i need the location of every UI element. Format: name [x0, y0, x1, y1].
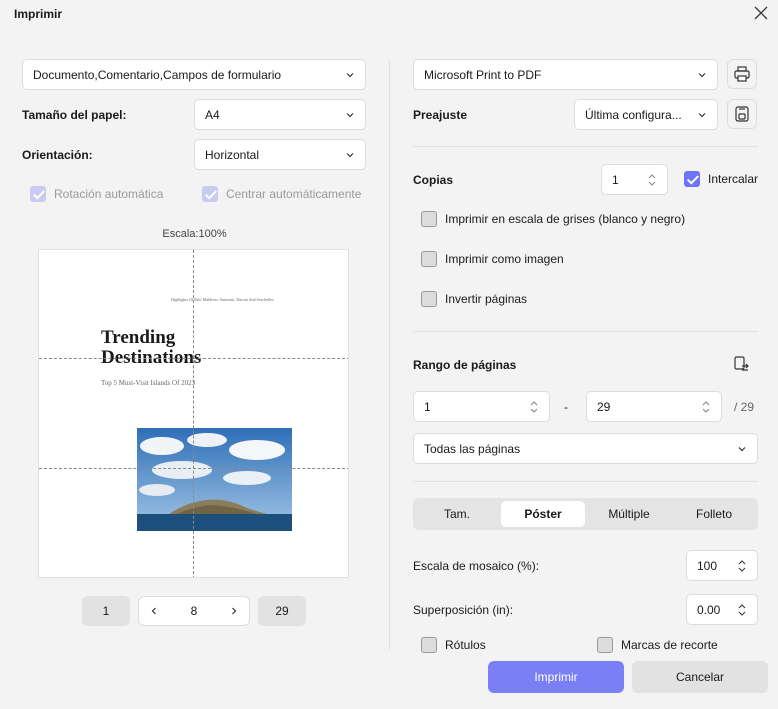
page-range-label: Rango de páginas: [413, 358, 517, 372]
auto-center-checkbox[interactable]: [202, 186, 218, 202]
printer-select[interactable]: Microsoft Print to PDF: [413, 59, 718, 90]
printer-properties-button[interactable]: [727, 59, 757, 89]
reverse-label: Invertir páginas: [445, 292, 528, 306]
range-mode-value: Todas las páginas: [424, 441, 521, 456]
grayscale-label: Imprimir en escala de grises (blanco y n…: [445, 212, 686, 226]
reverse-checkbox[interactable]: [421, 291, 437, 307]
chevron-down-icon: [698, 72, 706, 77]
content-select[interactable]: Documento,Comentario,Campos de formulari…: [22, 59, 366, 90]
orientation-label: Orientación:: [22, 148, 93, 162]
collate-checkbox[interactable]: [684, 171, 700, 187]
layout-tabs: Tam. Póster Múltiple Folleto: [413, 498, 758, 530]
range-mode-select[interactable]: Todas las páginas: [413, 433, 758, 464]
reverse-option[interactable]: Invertir páginas: [421, 291, 527, 307]
paper-size-value: A4: [205, 107, 220, 122]
range-from-value[interactable]: 1: [424, 400, 529, 414]
orientation-value: Horizontal: [205, 147, 260, 162]
range-from-stepper[interactable]: 1: [413, 391, 550, 422]
dialog-title: Imprimir: [14, 7, 63, 21]
collate-option[interactable]: Intercalar: [684, 171, 758, 187]
tab-size[interactable]: Tam.: [416, 501, 498, 527]
preview-small-header: Highlights Of Bali, Maldives, Santorini,…: [171, 297, 274, 302]
chevron-down-icon: [346, 112, 354, 117]
orientation-select[interactable]: Horizontal: [194, 139, 366, 170]
auto-center-label: Centrar automáticamente: [226, 187, 362, 201]
stepper-arrows-icon[interactable]: [701, 399, 711, 415]
printer-icon: [734, 66, 750, 82]
tab-booklet[interactable]: Folleto: [673, 501, 755, 527]
preset-select[interactable]: Última configura...: [574, 99, 718, 130]
divider: [413, 146, 758, 147]
save-icon: [735, 106, 749, 122]
grayscale-checkbox[interactable]: [421, 211, 437, 227]
crop-marks-option[interactable]: Marcas de recorte: [597, 637, 718, 653]
auto-rotate-checkbox[interactable]: [30, 186, 46, 202]
auto-center-option[interactable]: Centrar automáticamente: [202, 186, 361, 202]
auto-rotate-label: Rotación automática: [54, 187, 164, 201]
print-preview: Highlights Of Bali, Maldives, Santorini,…: [38, 249, 349, 578]
close-icon[interactable]: [752, 4, 770, 22]
chevron-down-icon: [738, 446, 746, 451]
tab-poster[interactable]: Póster: [501, 501, 585, 527]
range-dash: -: [564, 400, 568, 414]
page-range-icon[interactable]: [732, 355, 750, 373]
auto-rotate-option[interactable]: Rotación automática: [30, 186, 163, 202]
collate-label: Intercalar: [708, 172, 759, 186]
grayscale-option[interactable]: Imprimir en escala de grises (blanco y n…: [421, 211, 685, 227]
stepper-arrows-icon[interactable]: [737, 602, 747, 618]
labels-option[interactable]: Rótulos: [421, 637, 486, 653]
as-image-checkbox[interactable]: [421, 251, 437, 267]
stepper-arrows-icon[interactable]: [737, 558, 747, 574]
tile-scale-label: Escala de mosaico (%):: [413, 559, 540, 573]
paper-size-label: Tamaño del papel:: [22, 108, 127, 122]
content-select-value: Documento,Comentario,Campos de formulari…: [33, 67, 282, 82]
first-page-button[interactable]: 1: [82, 596, 130, 626]
as-image-label: Imprimir como imagen: [445, 252, 564, 266]
range-to-value[interactable]: 29: [597, 400, 701, 414]
divider: [413, 331, 758, 332]
crop-marks-checkbox[interactable]: [597, 637, 613, 653]
overlap-value[interactable]: 0.00: [697, 603, 737, 617]
range-total: / 29: [734, 400, 755, 414]
preview-heading: Trending Destinations: [101, 328, 201, 368]
preview-heading-line1: Trending: [101, 327, 176, 348]
chevron-right-icon[interactable]: [229, 606, 239, 616]
chevron-down-icon: [346, 152, 354, 157]
crop-marks-label: Marcas de recorte: [621, 638, 718, 652]
copies-stepper[interactable]: 1: [601, 164, 668, 195]
copies-value[interactable]: 1: [612, 173, 647, 187]
stepper-arrows-icon[interactable]: [647, 172, 657, 188]
cancel-button[interactable]: Cancelar: [632, 661, 768, 693]
save-preset-button[interactable]: [727, 99, 757, 129]
divider: [413, 481, 758, 482]
tab-multiple[interactable]: Múltiple: [588, 501, 670, 527]
copies-label: Copias: [413, 173, 454, 187]
chevron-down-icon: [698, 112, 706, 117]
paper-size-select[interactable]: A4: [194, 99, 366, 130]
chevron-down-icon: [346, 72, 354, 77]
scale-label: Escala:100%: [162, 228, 227, 240]
printer-value: Microsoft Print to PDF: [424, 67, 542, 82]
panel-divider: [389, 60, 390, 650]
labels-checkbox[interactable]: [421, 637, 437, 653]
preset-value: Última configura...: [585, 107, 682, 122]
print-button[interactable]: Imprimir: [488, 661, 624, 693]
as-image-option[interactable]: Imprimir como imagen: [421, 251, 564, 267]
range-to-stepper[interactable]: 29: [586, 391, 722, 422]
stepper-arrows-icon[interactable]: [529, 399, 539, 415]
tile-scale-value[interactable]: 100: [697, 559, 737, 573]
overlap-label: Superposición (in):: [413, 603, 514, 617]
labels-label: Rótulos: [445, 638, 486, 652]
tile-scale-stepper[interactable]: 100: [686, 550, 758, 581]
current-page-input[interactable]: 8: [191, 604, 198, 618]
preview-subheading: Top 5 Must-Visit Islands Of 2023: [101, 379, 196, 387]
overlap-stepper[interactable]: 0.00: [686, 594, 758, 625]
last-page-button[interactable]: 29: [258, 596, 306, 626]
page-navigator: 8: [138, 596, 250, 626]
preview-island-image: [137, 428, 292, 531]
preset-label: Preajuste: [413, 108, 468, 122]
chevron-left-icon[interactable]: [149, 606, 159, 616]
